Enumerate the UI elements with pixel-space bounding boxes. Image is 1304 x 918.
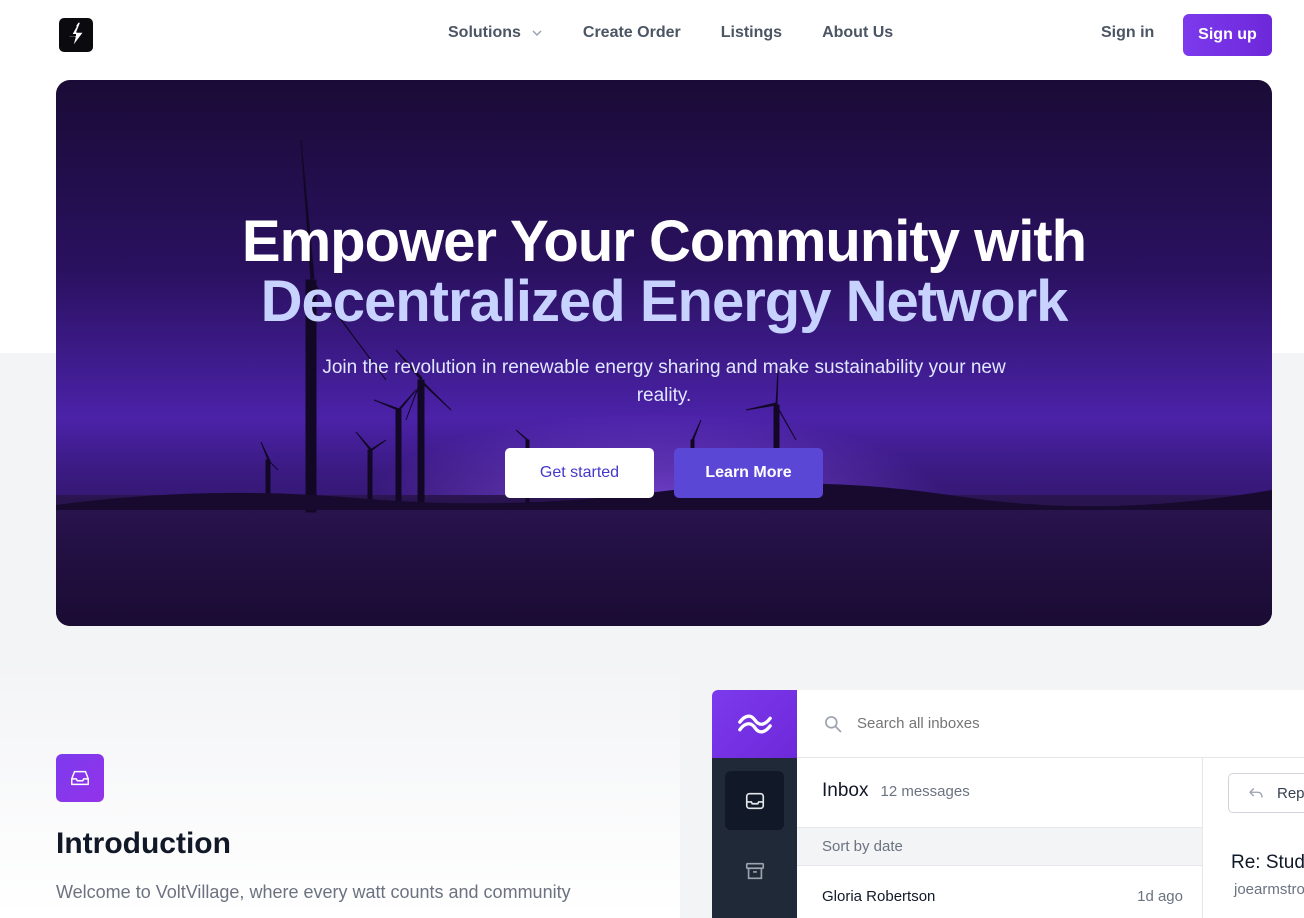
rail-inbox-button[interactable] [725,771,784,830]
message-time: 1d ago [1137,888,1183,905]
inbox-app-preview: Inbox 12 messages Sort by date Gloria Ro… [712,690,1304,918]
hero-title-line-1: Empower Your Community with [241,209,1087,274]
message-detail: Rep Re: Stud joearmstro [1204,758,1304,918]
inbox-icon [745,792,764,809]
reply-button[interactable]: Rep [1228,773,1304,813]
intro-text: Welcome to VoltVillage, where every watt… [56,882,571,902]
search-icon [825,715,842,732]
inbox-header: Inbox 12 messages [797,758,1202,828]
nav-item-solutions[interactable]: Solutions [448,24,543,42]
nav-item-about-us[interactable]: About Us [822,24,893,42]
nav-item-label: About Us [822,24,894,41]
lightning-bolt-icon[interactable] [59,18,93,52]
message-from: joearmstro [1234,881,1304,898]
learn-more-button[interactable]: Learn More [674,448,823,498]
rail-archive-button[interactable] [725,841,784,900]
message-sender: Gloria Robertson [822,888,936,905]
nav-item-label: Solutions [448,24,521,41]
top-nav: Solutions Create Order Listings About Us… [0,0,1304,72]
reply-arrow-icon [1249,788,1263,798]
reply-label: Rep [1277,784,1304,802]
message-subject: Re: Stud [1231,852,1304,873]
hero-banner: Empower Your Community with Decentralize… [56,80,1272,626]
hero-subtitle: Join the revolution in renewable energy … [322,357,1006,406]
hero-title: Empower Your Community with Decentralize… [56,212,1272,332]
sign-up-button[interactable]: Sign up [1183,14,1272,56]
sort-by-date-button[interactable]: Sort by date [797,828,1202,866]
app-search-bar [797,690,1304,758]
nav-links: Solutions Create Order Listings About Us [448,24,933,42]
inbox-count: 12 messages [880,783,970,800]
inbox-list: Inbox 12 messages Sort by date Gloria Ro… [797,758,1203,918]
wind-turbines-illustration [56,139,1272,513]
get-started-button[interactable]: Get started [505,448,654,498]
nav-item-create-order[interactable]: Create Order [583,24,681,42]
sign-in-link[interactable]: Sign in [1101,24,1154,42]
tailwind-waves-icon [712,690,797,758]
list-item[interactable]: Gloria Robertson 1d ago [797,866,1202,918]
nav-item-listings[interactable]: Listings [721,24,782,42]
app-sidebar-rail [712,758,797,918]
nav-item-label: Create Order [582,24,681,41]
inbox-title: Inbox [822,780,869,801]
search-input[interactable] [857,715,1157,732]
hero-title-line-2: Decentralized Energy Network [260,269,1069,334]
inbox-tray-icon [56,754,104,802]
chevron-down-icon [532,30,542,37]
archive-icon [745,862,764,879]
intro-title: Introduction [56,827,231,860]
nav-item-label: Listings [720,24,783,41]
